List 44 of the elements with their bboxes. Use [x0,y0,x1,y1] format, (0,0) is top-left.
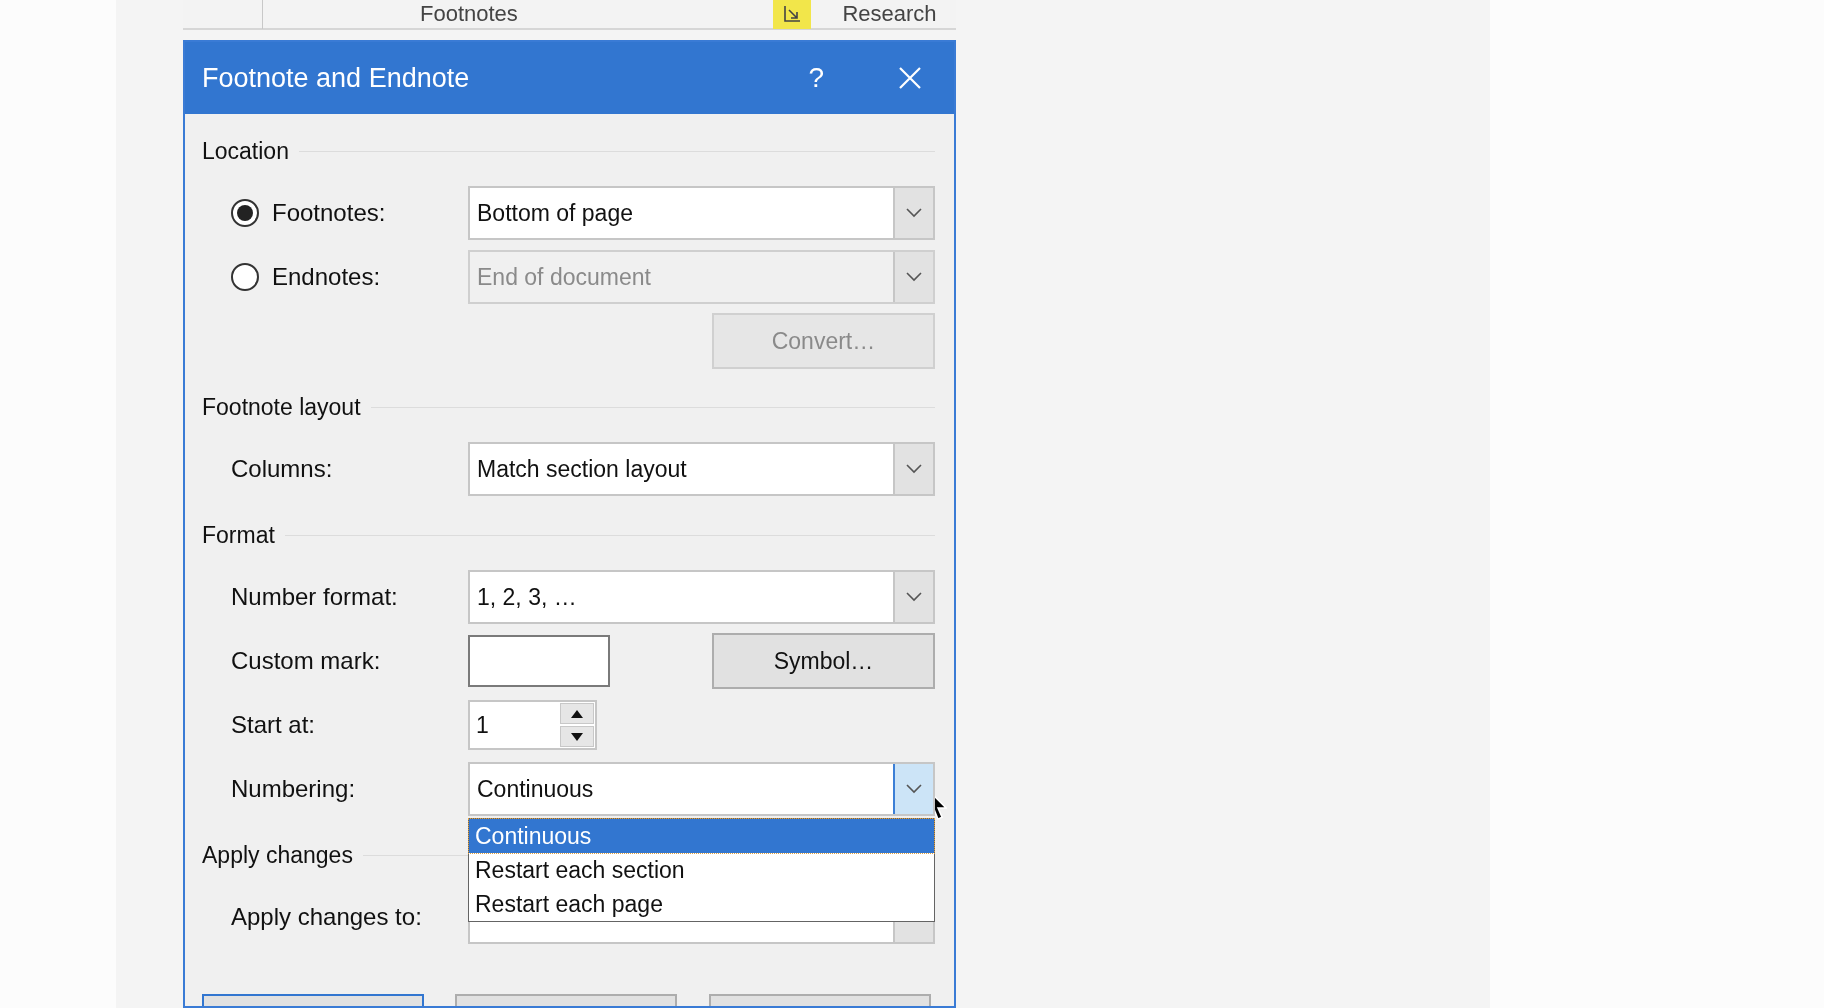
group-label: Research [842,3,937,25]
field-label: Footnotes: [272,198,386,228]
dialog-launcher-button[interactable] [773,0,811,29]
group-heading: Footnote layout [202,392,362,422]
dropdown-button[interactable] [893,764,933,814]
chevron-down-icon [905,591,923,603]
arrow-down-icon [571,732,583,741]
group-heading: Apply changes [202,840,354,870]
spin-up-button[interactable] [560,703,594,724]
dropdown-value: End of document [476,262,652,292]
dropdown[interactable]: Match section layout [468,442,935,496]
dropdown-option[interactable]: Restart each section [469,853,934,887]
chevron-down-icon [905,271,923,283]
field-label: Start at: [231,710,316,740]
chevron-down-icon [905,207,923,219]
dropdown[interactable]: Bottom of page [468,186,935,240]
field-label: Number format: [231,582,398,612]
group-label: Footnotes [420,3,518,25]
input-field[interactable] [468,635,610,687]
field-label: Apply changes to: [231,902,422,932]
symbol-button[interactable]: Symbol… [712,633,935,689]
spinner-value: 1 [475,710,490,740]
arrow-up-icon [571,709,583,718]
chevron-down-icon [905,783,923,795]
window-title: Footnote and Endnote [202,61,470,95]
dropdown-value: Continuous [476,774,595,804]
help-button[interactable]: ? [808,57,824,99]
field-label: Columns: [231,454,333,484]
radio-button[interactable] [231,199,259,227]
field-label: Endnotes: [272,262,381,292]
dropdown[interactable]: 1, 2, 3, … [468,570,935,624]
chevron-down-icon [905,463,923,475]
corner-arrow-icon [782,4,802,24]
group-heading: Format [202,520,276,550]
spin-down-button[interactable] [560,726,594,747]
dropdown-option[interactable]: Restart each page [469,887,934,921]
field-label: Numbering: [231,774,356,804]
spinner-field[interactable]: 1 [468,700,597,750]
group-heading: Location [202,136,290,166]
dropdown-value: 1, 2, 3, … [476,582,578,612]
dropdown-option[interactable]: Continuous [469,819,934,853]
field-label: Custom mark: [231,646,381,676]
dropdown-value: Match section layout [476,454,688,484]
dropdown-value: Bottom of page [476,198,634,228]
